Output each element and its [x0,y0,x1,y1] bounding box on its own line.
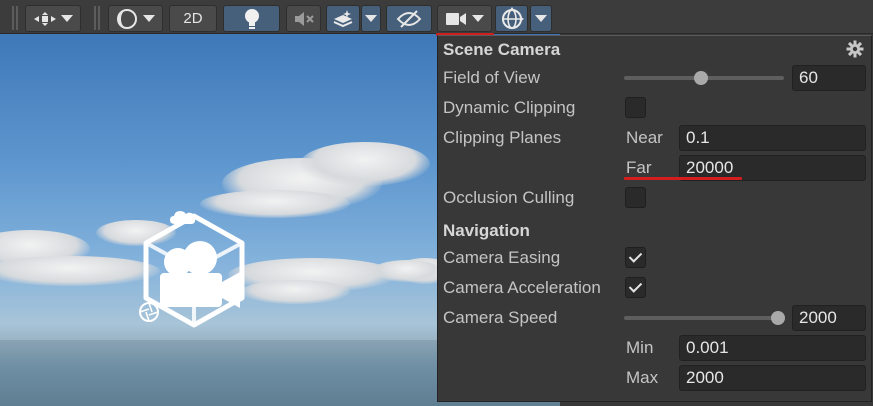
eye-slash-icon [396,9,422,28]
visibility-toggle-button[interactable] [386,5,432,32]
occlusion-culling-checkbox[interactable] [625,187,646,208]
audio-toggle-button[interactable] [286,5,321,32]
speed-max-input[interactable]: 2000 [679,365,866,391]
occlusion-culling-label: Occlusion Culling [443,188,575,207]
camera-speed-label: Camera Speed [443,308,558,327]
field-of-view-input[interactable]: 60 [792,65,866,91]
chevron-down-icon [365,15,377,22]
cloud [300,142,430,186]
near-clip-input[interactable]: 0.1 [679,125,866,151]
effects-dropdown-button[interactable] [361,5,381,32]
toolbar-grip[interactable] [12,6,19,30]
max-label: Max [626,368,659,387]
navigation-heading: Navigation [443,221,530,240]
effects-toggle-button[interactable] [326,5,360,32]
camera-easing-label: Camera Easing [443,248,561,267]
shading-sphere-icon [117,8,137,29]
shading-mode-button[interactable] [108,5,163,32]
chevron-down-icon [61,15,73,22]
effects-stack-icon [333,9,353,27]
panel-title: Scene Camera [443,40,561,59]
globe-gizmo-icon [501,6,524,29]
muted-speaker-icon [294,11,314,26]
far-label: Far [626,158,652,177]
gizmos-dropdown-button[interactable] [530,5,552,32]
dynamic-clipping-checkbox[interactable] [625,97,646,118]
dynamic-clipping-label: Dynamic Clipping [443,98,576,117]
speed-min-input[interactable]: 0.001 [679,335,866,361]
field-of-view-label: Field of View [443,68,541,87]
camera-speed-input[interactable]: 2000 [792,305,866,331]
field-of-view-slider-thumb[interactable] [693,71,708,85]
highlight-underline [624,177,742,180]
move-gizmo-icon [34,11,56,26]
camera-speed-slider[interactable] [624,316,778,320]
camera-acceleration-label: Camera Acceleration [443,278,601,297]
2d-toggle-button[interactable]: 2D [169,5,217,32]
cloud [0,256,160,286]
scene-camera-panel: Scene Camera Field of View 60 Dynamic Cl… [437,35,872,402]
chevron-down-icon [535,15,547,22]
lightbulb-icon [244,8,259,29]
camera-speed-slider-thumb[interactable] [771,311,785,325]
min-label: Min [626,338,654,357]
camera-settings-button[interactable] [437,5,492,32]
scene-toolbar: 2D [0,0,873,36]
clipping-planes-label: Clipping Planes [443,128,562,147]
chevron-down-icon [143,15,155,22]
camera-acceleration-checkbox[interactable] [625,277,646,298]
lighting-toggle-button[interactable] [223,5,280,32]
aperture-icon [139,302,159,322]
cloud [240,280,350,304]
transform-tool-button[interactable] [25,5,81,32]
2d-label: 2D [183,10,203,27]
cloud [372,260,442,282]
gizmos-toggle-button[interactable] [495,5,528,32]
near-label: Near [626,128,663,147]
chevron-down-icon [472,15,484,22]
gear-icon[interactable] [846,40,864,58]
camera-easing-checkbox[interactable] [625,247,646,268]
video-camera-icon [446,12,466,25]
toolbar-grip[interactable] [94,6,101,30]
